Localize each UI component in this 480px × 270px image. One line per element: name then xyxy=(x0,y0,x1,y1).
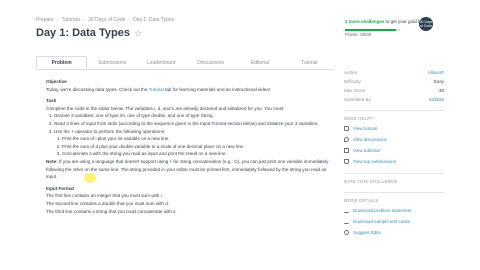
view-editorial-link[interactable]: View editorial xyxy=(344,145,444,156)
challenge-sidebar: Author AllisonP Difficulty Easy Max Score 3… xyxy=(344,68,444,238)
trophy-icon xyxy=(344,159,349,164)
download-tests-link[interactable]: Download sample test cases xyxy=(344,216,444,227)
tab-tutorial[interactable]: Tutorial xyxy=(285,56,334,69)
task-steps: Declare 3 variables: one of type int, on… xyxy=(46,112,332,158)
task-step: Read 3 lines of input from stdin (accord… xyxy=(54,120,332,128)
problem-statement: Objective Today, we're discussing data t… xyxy=(46,78,332,215)
task-step: Declare 3 variables: one of type int, on… xyxy=(54,112,332,120)
tab-editorial[interactable]: Editorial xyxy=(235,56,284,69)
bookmark-star-icon[interactable]: ☆ xyxy=(134,28,142,38)
tab-problem[interactable]: Problem xyxy=(36,56,88,69)
chat-icon xyxy=(344,137,349,142)
points-text: Points: 28/30 xyxy=(345,32,372,37)
breadcrumb-item: Day 1: Data Types xyxy=(133,17,175,23)
task-substeps: Print the sum of i plus your int variabl… xyxy=(54,135,332,158)
breadcrumb-item[interactable]: Tutorials xyxy=(61,17,80,23)
task-substep: Concatenate s with the string you read a… xyxy=(62,150,332,158)
view-tutorial-link[interactable]: View tutorial xyxy=(344,123,444,134)
detail-author: Author AllisonP xyxy=(344,68,444,77)
rate-heading: RATE THIS CHALLENGE xyxy=(344,173,444,186)
breadcrumb-item[interactable]: Prepare xyxy=(36,17,54,23)
suggest-edits-link[interactable]: Suggest Edits xyxy=(344,227,444,238)
detail-submitted-by: Submitted By 523528 xyxy=(344,97,444,102)
doc-icon xyxy=(344,148,349,153)
need-help-heading: NEED HELP? xyxy=(344,110,444,123)
download-icon xyxy=(344,219,349,224)
tutorial-link[interactable]: Tutorial xyxy=(149,87,164,92)
download-statement-link[interactable]: Download problem statement xyxy=(344,205,444,216)
input-line: The second line contains a double that y… xyxy=(46,200,170,206)
input-line: The first line contains an integer that … xyxy=(46,193,163,199)
task-substep: Print the sum of i plus your int variabl… xyxy=(62,135,332,143)
task-heading: Task xyxy=(46,98,57,104)
author-link[interactable]: AllisonP xyxy=(428,68,444,77)
gold-badge-icon[interactable]: 30 Days of Code xyxy=(419,17,433,31)
objective-heading: Objective xyxy=(46,79,67,84)
download-icon xyxy=(344,208,349,213)
cursor-highlight xyxy=(84,173,96,183)
problem-tabs: Problem Submissions Leaderboard Discussi… xyxy=(36,56,334,70)
bulb-icon xyxy=(344,230,349,235)
objective-text: Today, we're discussing data types. Chec… xyxy=(46,86,271,92)
breadcrumb: Prepare › Tutorials › 30 Days of Code › Day… xyxy=(36,17,175,23)
input-format-heading: Input Format xyxy=(46,185,75,191)
tab-submissions[interactable]: Submissions xyxy=(87,56,136,69)
page-title: Day 1: Data Types ☆ xyxy=(36,27,142,39)
view-discussions-link[interactable]: View discussions xyxy=(344,134,444,145)
challenge-count: 2 more challenges xyxy=(345,19,385,24)
play-icon xyxy=(344,126,349,131)
input-line: The third line contains a string that yo… xyxy=(46,208,177,214)
task-substep: Print the sum of d plus your double vari… xyxy=(62,143,332,151)
task-step: Use the + operator to perform the follow… xyxy=(54,128,332,158)
breadcrumb-item[interactable]: 30 Days of Code xyxy=(88,17,125,23)
detail-difficulty: Difficulty Easy xyxy=(344,79,444,84)
tab-leaderboard[interactable]: Leaderboard xyxy=(137,56,186,69)
detail-max-score: Max Score 30 xyxy=(344,88,444,93)
page: Prepare › Tutorials › 30 Days of Code › Day… xyxy=(0,0,480,270)
task-text: Complete the code in the editor below. T… xyxy=(46,105,285,111)
page-title-text: Day 1: Data Types xyxy=(36,27,130,39)
more-details-heading: MORE DETAILS xyxy=(344,192,444,205)
view-top-submissions-link[interactable]: View top submissions xyxy=(344,156,444,167)
tab-discussions[interactable]: Discussions xyxy=(186,56,235,69)
